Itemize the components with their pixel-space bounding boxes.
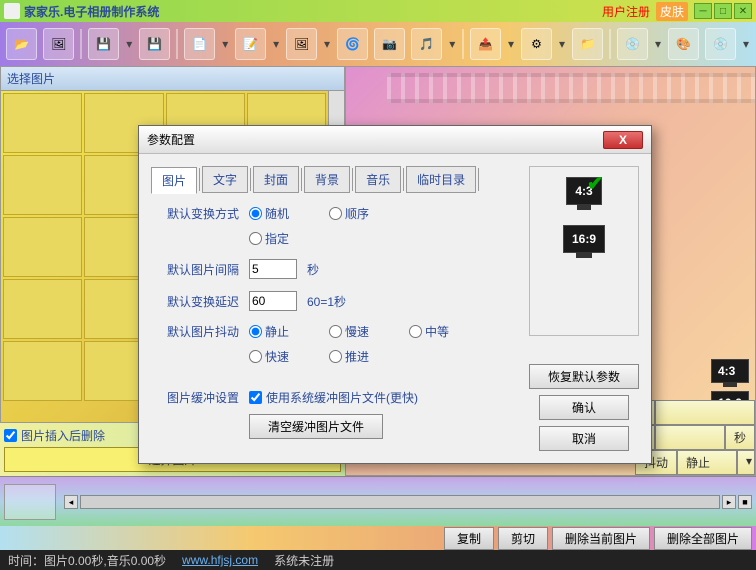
aspect-option-16-9[interactable]: 16:9: [563, 225, 605, 253]
radio-fast[interactable]: 快速: [249, 348, 289, 365]
delete-all-button[interactable]: 删除全部图片: [654, 527, 752, 550]
window-title: 家家乐.电子相册制作系统: [24, 3, 159, 20]
tool-effect-icon[interactable]: 🌀: [337, 28, 368, 60]
tool-settings-icon[interactable]: ⚙: [521, 28, 552, 60]
filmstrip: [387, 73, 755, 103]
h-scrollbar[interactable]: [80, 495, 720, 509]
dialog-titlebar[interactable]: 参数配置 X: [139, 126, 651, 154]
restore-defaults-button[interactable]: 恢复默认参数: [529, 364, 639, 389]
tool-saveall-icon[interactable]: 💾: [139, 28, 170, 60]
params-dialog: 参数配置 X 图片 文字 封面 背景 音乐 临时目录 默认变换方式 随机 顺序 …: [138, 125, 652, 464]
cache-checkbox[interactable]: 使用系统缓冲图片文件(更快): [249, 389, 418, 406]
interval-label: 默认图片间隔: [151, 261, 239, 278]
shake-dropdown-icon[interactable]: ▾: [737, 450, 755, 475]
minimize-button[interactable]: ─: [694, 3, 712, 19]
toolbar: 📂 🖼 💾 ▾ 💾 📄 ▾ 📝 ▾ 🖼 ▾ 🌀 📷 🎵 ▾ 📤 ▾ ⚙ ▾ 📁 💿 ▾ 🎨 💿 ▾: [0, 22, 756, 66]
skin-button[interactable]: 皮肤: [656, 2, 688, 21]
interval-input[interactable]: [249, 259, 297, 279]
status-time: 时间：图片0.00秒,音乐0.00秒: [8, 552, 166, 569]
delete-current-button[interactable]: 删除当前图片: [552, 527, 650, 550]
tab-cover[interactable]: 封面: [253, 166, 299, 193]
cache-label: 图片缓冲设置: [151, 389, 239, 406]
toolbar-separator: [176, 29, 178, 59]
dialog-tabs: 图片 文字 封面 背景 音乐 临时目录: [151, 166, 517, 193]
close-button[interactable]: ✕: [734, 3, 752, 19]
clear-cache-button[interactable]: 清空缓冲图片文件: [249, 414, 383, 439]
ok-button[interactable]: 确认: [539, 395, 629, 420]
tool-burn-icon[interactable]: 💿: [617, 28, 648, 60]
cancel-button[interactable]: 取消: [539, 426, 629, 451]
dropdown-arrow-icon[interactable]: ▾: [272, 37, 280, 51]
dropdown-arrow-icon[interactable]: ▾: [654, 37, 662, 51]
dropdown-arrow-icon[interactable]: ▾: [448, 37, 456, 51]
interval-unit: 秒: [307, 261, 319, 278]
register-link[interactable]: 用户注册: [602, 3, 650, 20]
radio-slow[interactable]: 慢速: [329, 323, 369, 340]
bottom-bar: 复制 剪切 删除当前图片 删除全部图片: [0, 526, 756, 550]
tool-image-icon[interactable]: 🖼: [286, 28, 317, 60]
tab-image[interactable]: 图片: [151, 167, 197, 194]
delay-label: 默认变换延迟: [151, 293, 239, 310]
status-unregistered: 系统未注册: [274, 552, 334, 569]
copy-button[interactable]: 复制: [444, 527, 494, 550]
tab-text[interactable]: 文字: [202, 166, 248, 193]
transmode-label: 默认变换方式: [151, 205, 239, 222]
dropdown-arrow-icon[interactable]: ▾: [221, 37, 229, 51]
scroll-end-icon[interactable]: ■: [738, 495, 752, 509]
toolbar-separator: [609, 29, 611, 59]
status-url[interactable]: www.hfjsj.com: [182, 553, 258, 567]
tab-background[interactable]: 背景: [304, 166, 350, 193]
radio-sequence[interactable]: 顺序: [329, 205, 369, 222]
shake-value[interactable]: 静止: [677, 450, 737, 475]
tool-export-icon[interactable]: 📤: [470, 28, 501, 60]
dropdown-arrow-icon[interactable]: ▾: [558, 37, 566, 51]
scroll-left-icon[interactable]: ◂: [64, 495, 78, 509]
delay-input[interactable]: [249, 291, 297, 311]
date-value[interactable]: [655, 400, 755, 425]
toolbar-separator: [462, 29, 464, 59]
timeline-slot[interactable]: [4, 484, 56, 520]
aspect-selector: 4:3 ✔ 16:9: [529, 166, 639, 336]
tool-open-icon[interactable]: 📂: [6, 28, 37, 60]
tool-folder-icon[interactable]: 📁: [572, 28, 603, 60]
tool-save-icon[interactable]: 💾: [88, 28, 119, 60]
delay-value[interactable]: [655, 425, 725, 450]
tool-page-icon[interactable]: 📄: [184, 28, 215, 60]
radio-push[interactable]: 推进: [329, 348, 369, 365]
title-bar: 家家乐.电子相册制作系统 用户注册 皮肤 ─ □ ✕: [0, 0, 756, 22]
seconds-label: 秒: [725, 425, 755, 450]
radio-random[interactable]: 随机: [249, 205, 289, 222]
delay-hint: 60=1秒: [307, 293, 346, 310]
dropdown-arrow-icon[interactable]: ▾: [125, 37, 133, 51]
aspect-4-3[interactable]: 4:3: [711, 359, 749, 383]
dropdown-arrow-icon[interactable]: ▾: [507, 37, 515, 51]
scroll-right-icon[interactable]: ▸: [722, 495, 736, 509]
app-icon: [4, 3, 20, 19]
dropdown-arrow-icon[interactable]: ▾: [323, 37, 331, 51]
shake-label: 默认图片抖动: [151, 323, 239, 340]
dialog-title: 参数配置: [147, 131, 195, 148]
dialog-close-button[interactable]: X: [603, 131, 643, 149]
status-bar: 时间：图片0.00秒,音乐0.00秒 www.hfjsj.com 系统未注册: [0, 550, 756, 570]
cut-button[interactable]: 剪切: [498, 527, 548, 550]
maximize-button[interactable]: □: [714, 3, 732, 19]
radio-medium[interactable]: 中等: [409, 323, 449, 340]
tool-text-icon[interactable]: 📝: [235, 28, 266, 60]
tool-music-icon[interactable]: 🎵: [411, 28, 442, 60]
checkmark-icon: ✔: [587, 171, 604, 196]
tool-camera-icon[interactable]: 📷: [374, 28, 405, 60]
tab-music[interactable]: 音乐: [355, 166, 401, 193]
tool-album-icon[interactable]: 🖼: [43, 28, 74, 60]
tool-disc-icon[interactable]: 💿: [705, 28, 736, 60]
timeline: ◂ ▸ ■: [0, 476, 756, 526]
toolbar-separator: [80, 29, 82, 59]
left-panel-header: 选择图片: [1, 67, 344, 91]
radio-specify[interactable]: 指定: [249, 230, 289, 247]
radio-still[interactable]: 静止: [249, 323, 289, 340]
tool-palette-icon[interactable]: 🎨: [668, 28, 699, 60]
dropdown-arrow-icon[interactable]: ▾: [742, 37, 750, 51]
tab-tempdir[interactable]: 临时目录: [406, 166, 476, 193]
